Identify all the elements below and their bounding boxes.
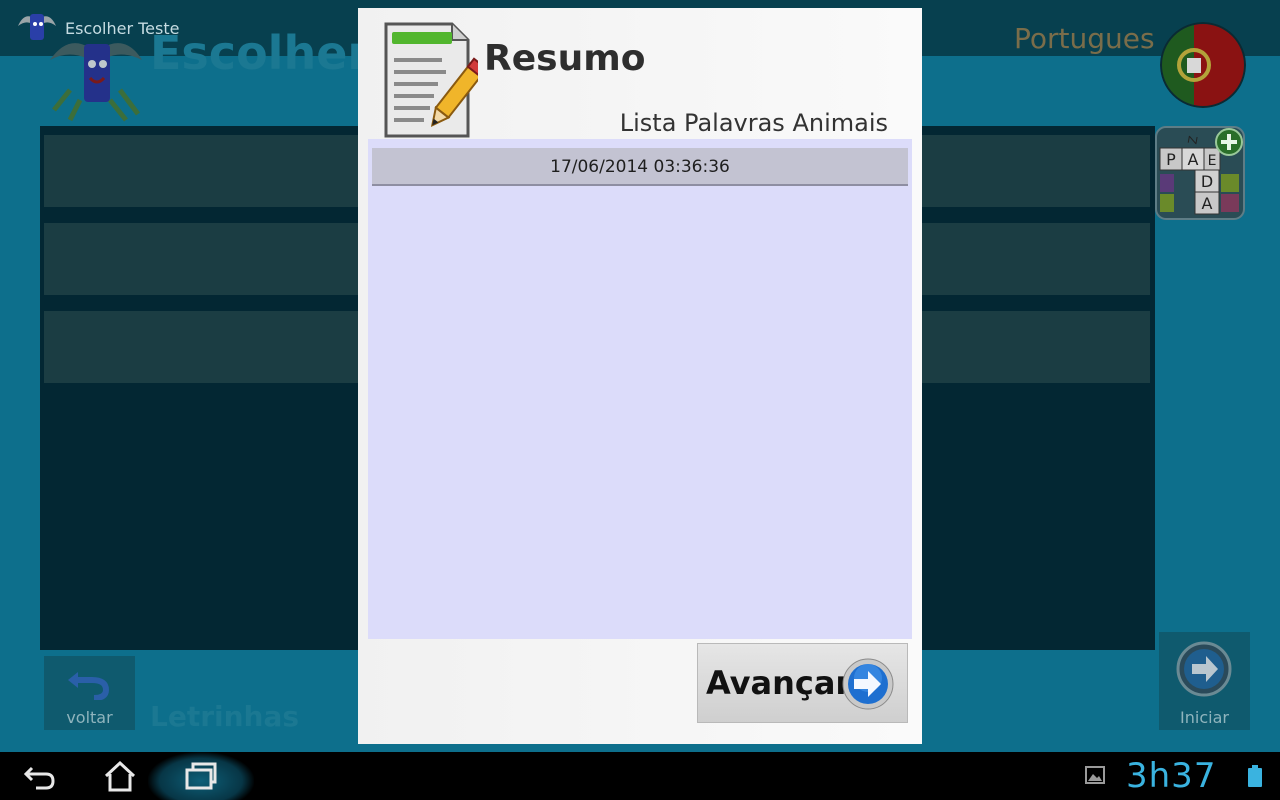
dialog-title: Resumo	[484, 38, 646, 79]
start-button[interactable]: Iniciar	[1159, 632, 1250, 730]
tile-letter-1: P	[1166, 150, 1176, 169]
tile-letter-4: D	[1201, 172, 1213, 191]
gallery-notification-icon[interactable]	[1085, 766, 1105, 784]
letter-tiles-add-button[interactable]: P A E D A Z	[1155, 126, 1245, 220]
back-button-label: voltar	[66, 708, 113, 727]
document-edit-icon	[384, 22, 478, 138]
app-name-label: Letrinhas	[150, 700, 300, 733]
status-clock: 3h37	[1126, 756, 1217, 796]
start-button-label: Iniciar	[1180, 708, 1229, 727]
forward-arrow-icon	[842, 658, 894, 710]
undo-arrow-icon	[68, 672, 110, 700]
language-label[interactable]: Portugues	[1014, 22, 1155, 55]
summary-dialog: Resumo Lista Palavras Animais 17/06/2014…	[358, 8, 922, 744]
test-name-label: Lista Palavras Animais	[619, 109, 888, 137]
forward-arrow-icon	[1176, 641, 1232, 697]
advance-button-label: Avançar	[706, 664, 852, 702]
tile-letter-2: A	[1188, 150, 1199, 169]
results-list: 17/06/2014 03:36:36	[368, 139, 912, 639]
recent-apps-nav-icon[interactable]	[181, 756, 221, 796]
tile-letter-5: A	[1202, 194, 1213, 213]
battery-icon	[1248, 765, 1262, 787]
back-nav-icon[interactable]	[20, 756, 60, 796]
mascot-large-icon	[50, 43, 142, 122]
advance-button[interactable]: Avançar	[697, 643, 908, 723]
result-entry[interactable]: 17/06/2014 03:36:36	[372, 148, 908, 186]
tile-letter-3: E	[1208, 153, 1217, 169]
back-button[interactable]: voltar	[44, 656, 135, 730]
portugal-flag-icon[interactable]	[1160, 22, 1246, 108]
home-nav-icon[interactable]	[100, 756, 140, 796]
